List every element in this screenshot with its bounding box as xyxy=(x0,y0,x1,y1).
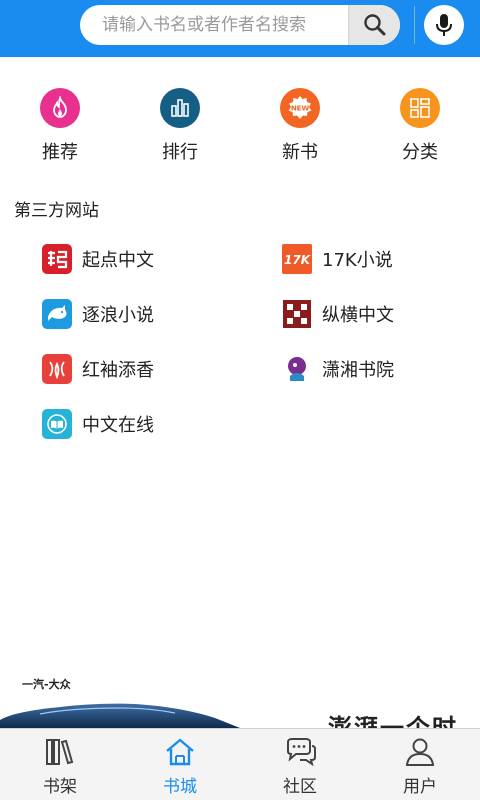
tab-label: 书架 xyxy=(43,777,77,797)
search-input[interactable] xyxy=(80,5,348,45)
ad-banner[interactable]: 一汽-大众 澎湃一个时 xyxy=(0,670,480,728)
tab-bookstore[interactable]: 书城 xyxy=(120,729,240,800)
tab-community[interactable]: 社区 xyxy=(240,729,360,800)
site-label: 逐浪小说 xyxy=(82,305,154,326)
banner-slogan: 澎湃一个时 xyxy=(328,714,458,728)
category-label: 排行 xyxy=(162,142,198,163)
site-qidian[interactable]: 起点中文 xyxy=(42,242,154,276)
tab-label: 用户 xyxy=(403,777,437,797)
new-badge-icon: NEW xyxy=(280,88,320,128)
site-label: 潇湘书院 xyxy=(322,360,394,381)
search-icon xyxy=(363,14,385,36)
voice-search-button[interactable] xyxy=(424,5,464,45)
user-icon xyxy=(402,735,438,769)
site-label: 中文在线 xyxy=(82,415,154,436)
app-screen: 推荐 排行 NEW 新书 xyxy=(0,0,480,800)
xiaoxiang-icon xyxy=(282,354,312,384)
tab-bookshelf[interactable]: 书架 xyxy=(0,729,120,800)
bar-chart-icon xyxy=(160,88,200,128)
site-zhulang[interactable]: 逐浪小说 xyxy=(42,297,154,331)
site-label: 红袖添香 xyxy=(82,360,154,381)
site-zhongwen-zaixian[interactable]: 中文在线 xyxy=(42,407,154,441)
site-17k[interactable]: 17K 17K小说 xyxy=(282,242,393,276)
chat-icon xyxy=(282,735,318,769)
svg-text:17K: 17K xyxy=(284,253,312,267)
category-recommend[interactable]: 推荐 xyxy=(20,88,100,164)
banner-brand: 一汽-大众 xyxy=(22,678,71,691)
bottom-tab-bar: 书架 书城 社区 用户 xyxy=(0,728,480,800)
category-label: 新书 xyxy=(282,142,318,163)
site-hongxiu[interactable]: 红袖添香 xyxy=(42,352,154,386)
tab-label: 书城 xyxy=(163,777,197,797)
svg-text:NEW: NEW xyxy=(291,105,310,113)
category-label: 分类 xyxy=(402,142,438,163)
header-divider xyxy=(414,6,415,44)
category-new[interactable]: NEW 新书 xyxy=(260,88,340,164)
flame-icon xyxy=(40,88,80,128)
site-label: 17K小说 xyxy=(322,250,393,271)
tab-label: 社区 xyxy=(283,777,317,797)
category-ranking[interactable]: 排行 xyxy=(140,88,220,164)
grid-icon xyxy=(400,88,440,128)
home-icon xyxy=(162,735,198,769)
dolphin-icon xyxy=(42,299,72,329)
tab-user[interactable]: 用户 xyxy=(360,729,480,800)
search-button[interactable] xyxy=(348,5,400,45)
search-box xyxy=(80,5,400,45)
category-nav: 推荐 排行 NEW 新书 分类 xyxy=(0,88,480,173)
site-label: 起点中文 xyxy=(82,250,154,271)
book-icon xyxy=(42,409,72,439)
third-party-title: 第三方网站 xyxy=(14,201,99,221)
zongheng-icon xyxy=(282,299,312,329)
header-bar xyxy=(0,0,480,57)
category-label: 推荐 xyxy=(42,142,78,163)
site-zongheng[interactable]: 纵横中文 xyxy=(282,297,394,331)
site-label: 纵横中文 xyxy=(322,305,394,326)
bookshelf-icon xyxy=(42,735,78,769)
category-classify[interactable]: 分类 xyxy=(380,88,460,164)
hongxiu-icon xyxy=(42,354,72,384)
microphone-icon xyxy=(436,14,452,36)
qidian-icon xyxy=(42,244,72,274)
site-xiaoxiang[interactable]: 潇湘书院 xyxy=(282,352,394,386)
17k-icon: 17K xyxy=(282,244,312,274)
